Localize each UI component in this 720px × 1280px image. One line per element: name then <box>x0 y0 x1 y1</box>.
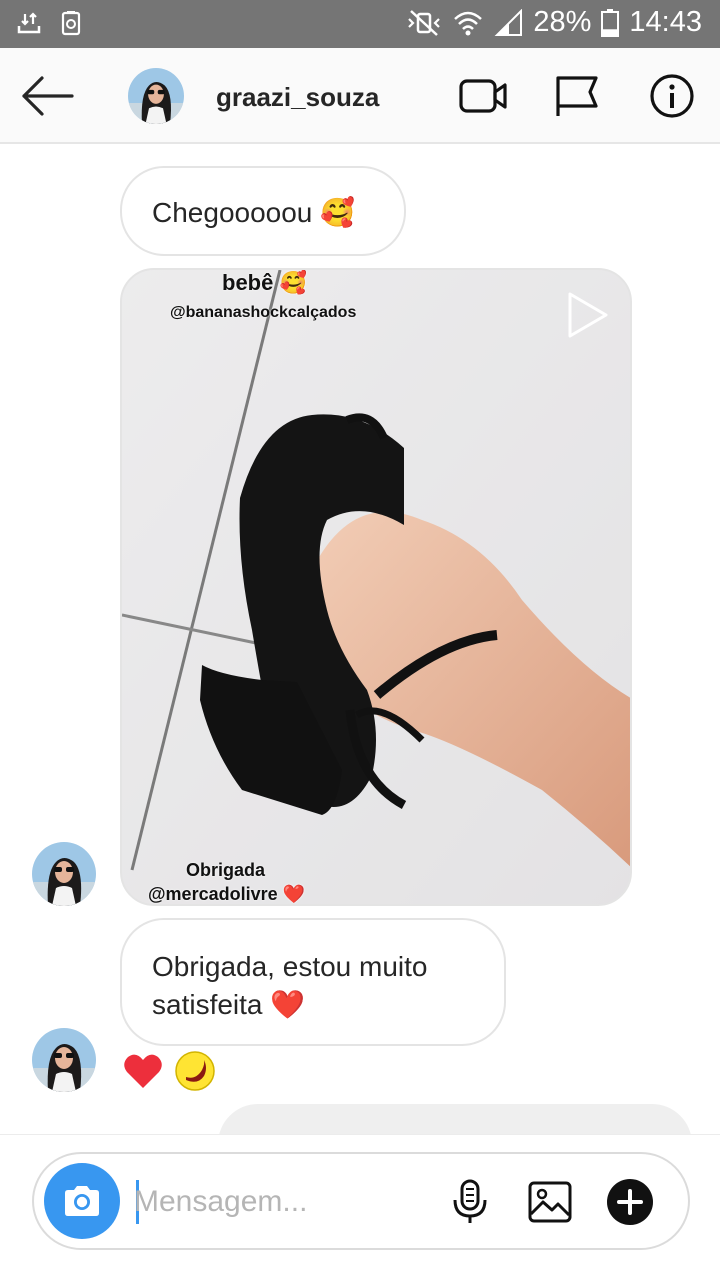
play-icon[interactable] <box>566 290 610 340</box>
message-text: Chegooooou 🥰 <box>152 197 356 228</box>
battery-percent: 28% <box>533 6 592 38</box>
heart-emoji-icon[interactable] <box>122 1050 164 1092</box>
avatar[interactable] <box>128 68 184 124</box>
download-icon <box>17 12 41 34</box>
camera-icon <box>65 1186 99 1216</box>
story-caption-thanks: Obrigada <box>186 860 266 880</box>
plus-icon[interactable] <box>606 1178 654 1226</box>
story-caption-mention: @mercadolivre ❤️ <box>148 884 306 904</box>
status-bar: 28% 14:43 <box>0 0 720 48</box>
message-input[interactable] <box>134 1178 434 1226</box>
mute-vibrate-icon <box>408 9 441 36</box>
shared-story-media[interactable]: bebê 🥰 @bananashockcalçados Obrigada @me… <box>120 268 632 906</box>
recycle-icon <box>61 11 81 36</box>
username[interactable]: graazi_souza <box>216 82 379 113</box>
shoe-photo <box>122 270 630 904</box>
battery-icon <box>601 8 620 37</box>
message-text-line: satisfeita ❤️ <box>152 989 306 1020</box>
clock: 14:43 <box>629 6 702 38</box>
avatar[interactable] <box>32 842 96 906</box>
gallery-icon[interactable] <box>526 1178 574 1226</box>
avatar[interactable] <box>32 1028 96 1092</box>
message-bubble[interactable]: Obrigada, estou muito satisfeita ❤️ <box>120 918 506 1046</box>
story-caption-handle: @bananashockcalçados <box>170 304 357 321</box>
wifi-icon <box>454 11 483 35</box>
microphone-icon[interactable] <box>446 1178 494 1226</box>
back-arrow-icon[interactable] <box>20 74 76 118</box>
video-call-icon[interactable] <box>458 72 508 120</box>
flag-icon[interactable] <box>552 72 602 120</box>
message-bubble[interactable]: Chegooooou 🥰 <box>120 166 406 256</box>
reaction-row <box>122 1050 216 1092</box>
message-composer <box>32 1152 690 1250</box>
message-text-line: Obrigada, estou muito <box>152 951 428 982</box>
banana-emoji-icon[interactable] <box>174 1050 216 1092</box>
conversation-header: graazi_souza <box>0 48 720 144</box>
info-icon[interactable] <box>648 72 698 120</box>
signal-icon <box>494 8 523 36</box>
camera-button[interactable] <box>44 1163 120 1239</box>
story-caption-title: bebê 🥰 <box>222 270 307 295</box>
